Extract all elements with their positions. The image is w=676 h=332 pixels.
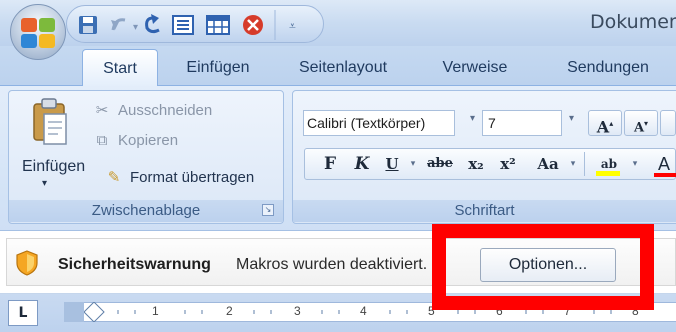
paste-dropdown-icon[interactable]: ▾ <box>42 178 47 189</box>
subscript-button[interactable]: x₂ <box>462 150 490 178</box>
save-icon[interactable] <box>79 16 97 34</box>
copy-label: Kopieren <box>118 132 179 149</box>
cut-button[interactable]: ✂ Ausschneiden <box>92 101 213 125</box>
strikethrough-button[interactable]: abe <box>424 150 456 178</box>
format-painter-label: Format übertragen <box>130 169 255 186</box>
highlight-color-swatch <box>596 171 620 176</box>
font-group-label: Schriftart <box>293 200 676 222</box>
paintbrush-icon: ✎ <box>107 169 121 186</box>
security-warning-title: Sicherheitswarnung <box>58 256 211 273</box>
grow-font-label: A <box>596 117 610 137</box>
quick-access-icons: ▾ ⩡ <box>79 10 296 40</box>
font-more-button[interactable] <box>660 110 676 136</box>
underline-dropdown-icon[interactable]: ▾ <box>408 150 418 178</box>
shrink-font-button[interactable]: A▾ <box>624 110 658 136</box>
change-case-dropdown-icon[interactable]: ▾ <box>568 150 578 178</box>
customize-icon[interactable]: ⩡ <box>289 19 296 33</box>
tab-einfuegen[interactable]: Einfügen <box>172 53 264 85</box>
shrink-font-label: A <box>633 120 645 136</box>
redo-icon[interactable] <box>145 14 160 34</box>
undo-dropdown-icon[interactable]: ▾ <box>133 22 138 33</box>
clipboard-dialog-launcher-icon[interactable]: ↘ <box>262 204 274 216</box>
tab-seitenlayout[interactable]: Seitenlayout <box>284 53 402 85</box>
paste-button-label[interactable]: Einfügen <box>22 158 85 176</box>
italic-button[interactable]: K <box>350 150 374 178</box>
table-icon[interactable] <box>206 15 230 35</box>
font-name-combobox[interactable]: Calibri (Textkörper) <box>303 110 455 136</box>
office-logo-icon <box>21 18 55 48</box>
bold-button[interactable]: F <box>318 150 342 178</box>
clipboard-group-label: Zwischenablage <box>9 200 283 222</box>
paste-icon[interactable] <box>30 96 70 154</box>
window-title: Dokumen <box>590 11 676 33</box>
shield-icon <box>16 250 38 276</box>
copy-button[interactable]: ⧉ Kopieren <box>92 132 178 156</box>
security-warning-text: Makros wurden deaktiviert. <box>236 256 428 273</box>
format-painter-button[interactable]: ✎ Format übertragen <box>104 168 255 192</box>
font-size-dropdown-icon[interactable]: ▾ <box>569 113 574 124</box>
indent-marker-icon <box>84 302 105 322</box>
font-color-swatch <box>654 173 676 177</box>
copy-icon: ⧉ <box>96 132 108 149</box>
list-icon[interactable] <box>172 15 194 35</box>
tab-sendungen[interactable]: Sendungen <box>552 53 664 85</box>
font-size-combobox[interactable]: 7 <box>482 110 562 136</box>
toolbar-separator <box>584 152 585 176</box>
cut-label: Ausschneiden <box>118 102 213 119</box>
tab-verweise[interactable]: Verweise <box>428 53 522 85</box>
scissors-icon: ✂ <box>95 102 109 119</box>
highlight-dropdown-icon[interactable]: ▾ <box>630 150 640 178</box>
underline-button[interactable]: U <box>380 150 404 178</box>
superscript-button[interactable]: x² <box>494 150 522 178</box>
tab-stop-selector[interactable]: L <box>8 300 38 326</box>
change-case-button[interactable]: Aa <box>528 150 568 178</box>
font-name-dropdown-icon[interactable]: ▾ <box>470 113 475 124</box>
highlight-annotation-frame <box>432 224 654 310</box>
close-doc-icon[interactable] <box>243 15 263 35</box>
ruler-left-margin <box>64 302 84 322</box>
undo-icon[interactable] <box>111 18 126 31</box>
quick-access-toolbar: ▾ ⩡ <box>66 5 324 43</box>
grow-font-button[interactable]: A▴ <box>588 110 622 136</box>
tab-start[interactable]: Start <box>82 49 158 87</box>
